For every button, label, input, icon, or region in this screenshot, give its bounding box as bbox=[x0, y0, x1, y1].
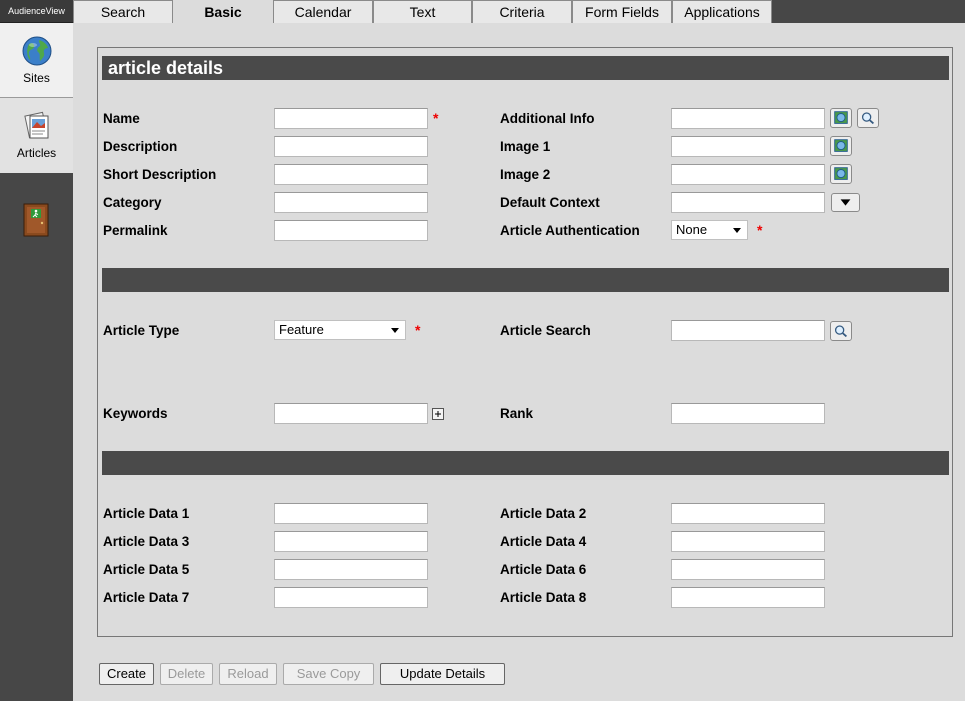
selected-value: None bbox=[676, 222, 708, 237]
search-icon[interactable] bbox=[830, 321, 852, 341]
article-data-4-label: Article Data 4 bbox=[500, 534, 587, 549]
additional-info-label: Additional Info bbox=[500, 111, 595, 126]
article-type-select[interactable]: Feature bbox=[274, 320, 406, 340]
permalink-label: Permalink bbox=[103, 223, 168, 238]
sidebar: AudienceView Sites Articles bbox=[0, 0, 73, 701]
tab-form-fields[interactable]: Form Fields bbox=[572, 0, 672, 23]
short-description-label: Short Description bbox=[103, 167, 217, 182]
delete-button[interactable]: Delete bbox=[160, 663, 213, 685]
exit-door-icon[interactable] bbox=[23, 203, 49, 237]
search-icon[interactable] bbox=[857, 108, 879, 128]
name-field[interactable] bbox=[274, 108, 428, 129]
sidebar-item-label: Sites bbox=[23, 71, 50, 85]
globe-icon bbox=[22, 36, 51, 66]
update-details-button[interactable]: Update Details bbox=[380, 663, 505, 685]
default-context-label: Default Context bbox=[500, 195, 600, 210]
article-data-5-field[interactable] bbox=[274, 559, 428, 580]
article-data-8-field[interactable] bbox=[671, 587, 825, 608]
articles-icon bbox=[23, 111, 48, 139]
article-data-7-label: Article Data 7 bbox=[103, 590, 190, 605]
tab-applications[interactable]: Applications bbox=[672, 0, 772, 23]
keywords-label: Keywords bbox=[103, 406, 168, 421]
article-data-1-field[interactable] bbox=[274, 503, 428, 524]
section-divider bbox=[102, 268, 949, 292]
chevron-down-icon bbox=[391, 328, 399, 333]
dropdown-arrow-icon[interactable] bbox=[831, 193, 860, 212]
required-marker: * bbox=[757, 222, 763, 238]
article-data-5-label: Article Data 5 bbox=[103, 562, 190, 577]
article-data-6-field[interactable] bbox=[671, 559, 825, 580]
sidebar-item-label: Articles bbox=[16, 146, 57, 160]
rank-field[interactable] bbox=[671, 403, 825, 424]
image-browse-icon[interactable] bbox=[830, 136, 852, 156]
tab-criteria[interactable]: Criteria bbox=[472, 0, 572, 23]
tab-bar: Search Basic Calendar Text Criteria Form… bbox=[73, 0, 965, 24]
default-context-field[interactable] bbox=[671, 192, 825, 213]
add-keyword-icon[interactable] bbox=[432, 408, 444, 420]
name-label: Name bbox=[103, 111, 140, 126]
tab-text[interactable]: Text bbox=[373, 0, 472, 23]
permalink-field[interactable] bbox=[274, 220, 428, 241]
category-label: Category bbox=[103, 195, 162, 210]
image1-label: Image 1 bbox=[500, 139, 551, 154]
section-divider bbox=[102, 451, 949, 475]
short-description-field[interactable] bbox=[274, 164, 428, 185]
chevron-down-icon bbox=[733, 228, 741, 233]
required-marker: * bbox=[415, 322, 421, 338]
image2-label: Image 2 bbox=[500, 167, 551, 182]
article-data-7-field[interactable] bbox=[274, 587, 428, 608]
image1-field[interactable] bbox=[671, 136, 825, 157]
tab-search[interactable]: Search bbox=[73, 0, 173, 23]
article-search-label: Article Search bbox=[500, 323, 591, 338]
image-browse-icon[interactable] bbox=[830, 164, 852, 184]
article-authentication-select[interactable]: None bbox=[671, 220, 748, 240]
tab-calendar[interactable]: Calendar bbox=[273, 0, 373, 23]
image-browse-icon[interactable] bbox=[830, 108, 852, 128]
reload-button[interactable]: Reload bbox=[219, 663, 277, 685]
article-data-2-field[interactable] bbox=[671, 503, 825, 524]
article-authentication-label: Article Authentication bbox=[500, 223, 640, 238]
article-data-3-label: Article Data 3 bbox=[103, 534, 190, 549]
article-search-field[interactable] bbox=[671, 320, 825, 341]
article-data-6-label: Article Data 6 bbox=[500, 562, 587, 577]
selected-value: Feature bbox=[279, 322, 324, 337]
article-type-label: Article Type bbox=[103, 323, 180, 338]
image2-field[interactable] bbox=[671, 164, 825, 185]
article-data-3-field[interactable] bbox=[274, 531, 428, 552]
description-label: Description bbox=[103, 139, 178, 154]
required-marker: * bbox=[433, 110, 439, 126]
category-field[interactable] bbox=[274, 192, 428, 213]
additional-info-field[interactable] bbox=[671, 108, 825, 129]
tab-basic[interactable]: Basic bbox=[173, 0, 273, 24]
app-logo: AudienceView bbox=[0, 0, 73, 23]
article-data-8-label: Article Data 8 bbox=[500, 590, 587, 605]
article-data-1-label: Article Data 1 bbox=[103, 506, 190, 521]
sidebar-item-articles[interactable]: Articles bbox=[0, 98, 73, 173]
article-data-2-label: Article Data 2 bbox=[500, 506, 587, 521]
save-copy-button[interactable]: Save Copy bbox=[283, 663, 374, 685]
article-data-4-field[interactable] bbox=[671, 531, 825, 552]
description-field[interactable] bbox=[274, 136, 428, 157]
rank-label: Rank bbox=[500, 406, 534, 421]
create-button[interactable]: Create bbox=[99, 663, 154, 685]
sidebar-item-sites[interactable]: Sites bbox=[0, 23, 73, 98]
keywords-field[interactable] bbox=[274, 403, 428, 424]
section-title: article details bbox=[102, 56, 949, 80]
